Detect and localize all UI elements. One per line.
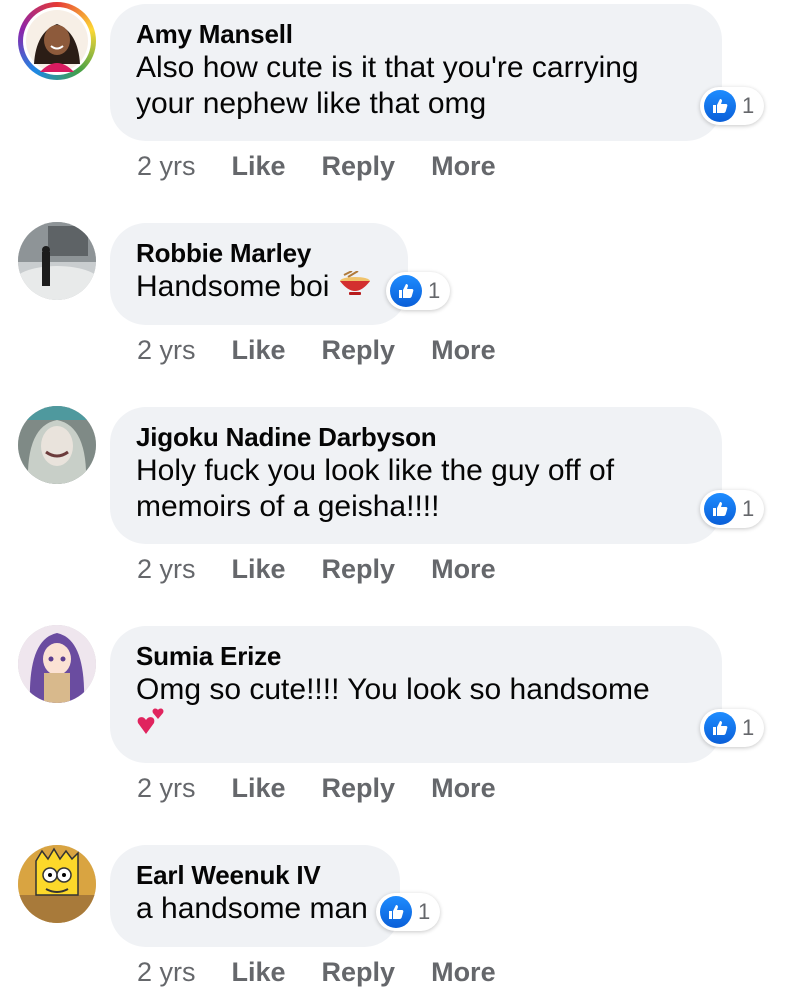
avatar[interactable] — [18, 406, 96, 484]
more-button[interactable]: More — [431, 335, 496, 366]
more-button[interactable]: More — [431, 151, 496, 182]
comment-bubble: Earl Weenuk IV a handsome man — [110, 845, 400, 947]
more-button[interactable]: More — [431, 554, 496, 585]
comment-author[interactable]: Jigoku Nadine Darbyson — [136, 421, 696, 453]
avatar[interactable] — [18, 222, 96, 300]
like-button[interactable]: Like — [232, 554, 286, 585]
thumbs-up-icon — [704, 493, 736, 525]
reaction-count: 1 — [742, 93, 755, 118]
avatar-image — [23, 7, 91, 75]
comment-actions: 2 yrs Like Reply More — [137, 147, 532, 185]
thumbs-up-icon — [380, 896, 412, 928]
comment-text: Handsome boi — [136, 269, 382, 306]
comment-author[interactable]: Robbie Marley — [136, 237, 382, 269]
thumbs-up-icon — [390, 275, 422, 307]
timestamp[interactable]: 2 yrs — [137, 554, 196, 585]
thumbs-up-icon — [704, 712, 736, 744]
like-button[interactable]: Like — [232, 335, 286, 366]
comment-text: a handsome man — [136, 892, 368, 925]
comment-actions: 2 yrs Like Reply More — [137, 769, 532, 807]
reply-button[interactable]: Reply — [322, 335, 396, 366]
reaction-count: 1 — [742, 715, 755, 740]
more-button[interactable]: More — [431, 773, 496, 804]
timestamp[interactable]: 2 yrs — [137, 773, 196, 804]
reply-button[interactable]: Reply — [322, 554, 396, 585]
reaction-badge[interactable]: 1 — [376, 893, 441, 931]
comment-text: Omg so cute!!!! You look so handsome — [136, 672, 696, 751]
thumbs-up-icon — [704, 90, 736, 122]
like-button[interactable]: Like — [232, 773, 286, 804]
avatar-image — [18, 222, 96, 300]
comment-bubble: Amy Mansell Also how cute is it that you… — [110, 4, 722, 141]
reaction-badge[interactable]: 1 — [386, 272, 451, 310]
timestamp[interactable]: 2 yrs — [137, 151, 196, 182]
like-button[interactable]: Like — [232, 151, 286, 182]
comment-actions: 2 yrs Like Reply More — [137, 953, 532, 991]
reaction-count: 1 — [418, 899, 431, 924]
timestamp[interactable]: 2 yrs — [137, 335, 196, 366]
noodle-bowl-emoji — [338, 270, 372, 306]
comment-bubble: Sumia Erize Omg so cute!!!! You look so … — [110, 626, 722, 763]
avatar[interactable] — [18, 625, 96, 703]
reaction-badge[interactable]: 1 — [700, 87, 765, 125]
comment-text: Holy fuck you look like the guy off of m… — [136, 454, 615, 523]
avatar-image — [18, 406, 96, 484]
comment-actions: 2 yrs Like Reply More — [137, 331, 532, 369]
comment-author[interactable]: Sumia Erize — [136, 640, 696, 672]
comment-author[interactable]: Earl Weenuk IV — [136, 859, 374, 891]
reaction-count: 1 — [428, 278, 441, 303]
comment-bubble: Jigoku Nadine Darbyson Holy fuck you loo… — [110, 407, 722, 544]
comment-actions: 2 yrs Like Reply More — [137, 550, 532, 588]
reaction-count: 1 — [742, 496, 755, 521]
reaction-badge[interactable]: 1 — [700, 490, 765, 528]
avatar-image — [18, 845, 96, 923]
avatar[interactable] — [18, 845, 96, 923]
reply-button[interactable]: Reply — [322, 773, 396, 804]
like-button[interactable]: Like — [232, 957, 286, 988]
reply-button[interactable]: Reply — [322, 151, 396, 182]
reply-button[interactable]: Reply — [322, 957, 396, 988]
comment-bubble: Robbie Marley Handsome boi — [110, 223, 408, 325]
avatar-image — [18, 625, 96, 703]
reaction-badge[interactable]: 1 — [700, 709, 765, 747]
comment-author[interactable]: Amy Mansell — [136, 18, 696, 50]
comment-text: Also how cute is it that you're carrying… — [136, 51, 639, 120]
two-hearts-emoji — [136, 708, 172, 751]
more-button[interactable]: More — [431, 957, 496, 988]
avatar[interactable] — [18, 2, 96, 80]
timestamp[interactable]: 2 yrs — [137, 957, 196, 988]
